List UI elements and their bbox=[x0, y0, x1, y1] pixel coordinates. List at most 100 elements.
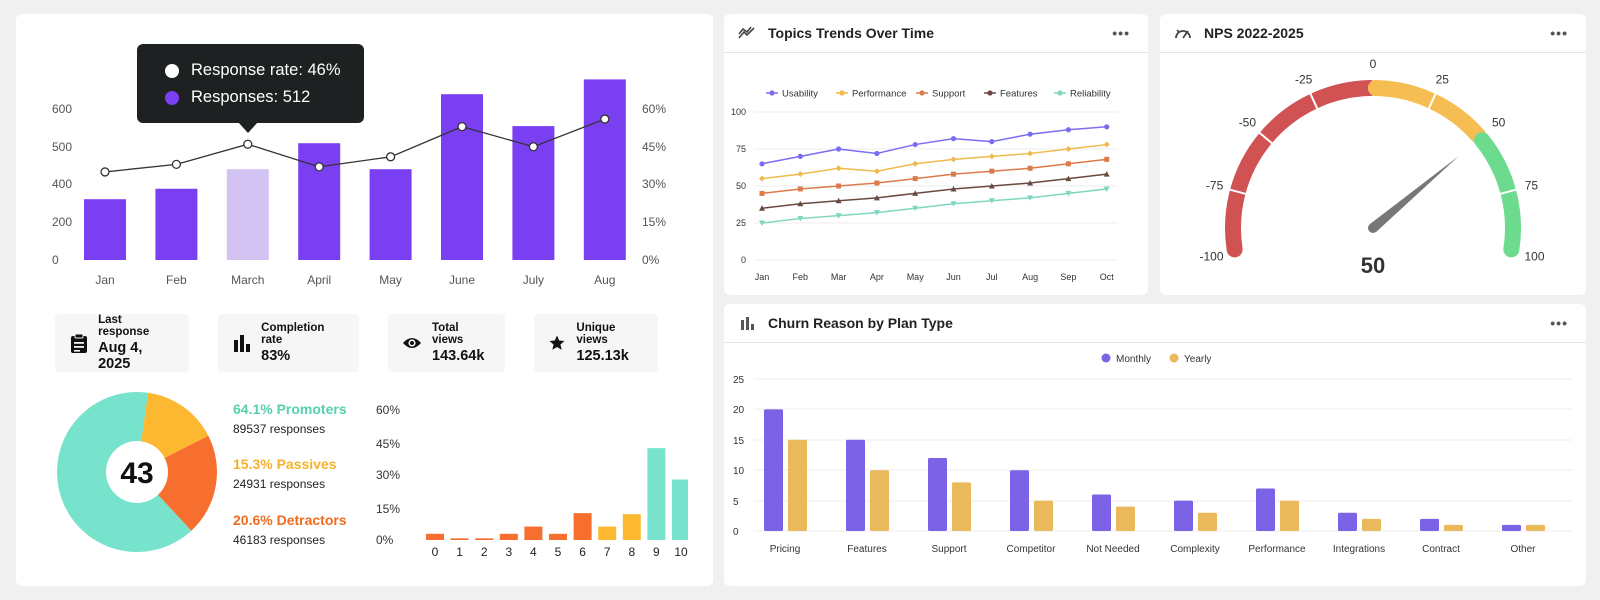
stat-value: 83% bbox=[261, 348, 291, 364]
score-bar-7 bbox=[598, 526, 617, 540]
more-menu-button[interactable]: ••• bbox=[1112, 25, 1134, 41]
point-marker bbox=[1027, 150, 1034, 157]
card-title: Topics Trends Over Time bbox=[768, 25, 934, 41]
rate-point-feb bbox=[171, 159, 182, 170]
legend-marker bbox=[769, 90, 775, 96]
score-bar-8 bbox=[622, 514, 641, 540]
score-bar-1 bbox=[450, 538, 469, 540]
y-right-tick: 45% bbox=[642, 140, 666, 154]
card-header: NPS 2022-2025 ••• bbox=[1160, 14, 1586, 53]
gauge-tick-label: -75 bbox=[1206, 179, 1224, 193]
stat-label: Last response bbox=[98, 314, 150, 338]
tooltip-responses-label: Responses: 512 bbox=[191, 88, 311, 106]
more-menu-button[interactable]: ••• bbox=[1550, 315, 1572, 331]
churn-bar-yearly-contract bbox=[1444, 524, 1463, 531]
point-marker bbox=[759, 175, 765, 182]
bar-april bbox=[298, 143, 341, 260]
tooltip-rate-label: Response rate: 46% bbox=[191, 61, 341, 79]
churn-bar-yearly-performance bbox=[1280, 500, 1299, 531]
legend-responses: 89537 responses bbox=[233, 422, 326, 436]
point-marker bbox=[835, 165, 842, 172]
donut-center-value: 43 bbox=[120, 457, 153, 490]
y-tick: 60% bbox=[376, 403, 400, 417]
x-tick-label: 10 bbox=[674, 545, 688, 559]
series-line-features bbox=[761, 173, 1107, 209]
stat-value: Aug 4, 2025 bbox=[98, 340, 143, 372]
x-tick-label: 2 bbox=[481, 545, 488, 559]
x-tick-label: Not Needed bbox=[1086, 544, 1139, 555]
stat-total-views: Total views 143.64k bbox=[388, 314, 505, 372]
x-tick-label: Apr bbox=[870, 272, 884, 282]
legend-label: Reliability bbox=[1070, 89, 1111, 100]
overview-card: 600 500 400 200 0 60% 45% 30% 15% 0% Jan Feb March Ap… bbox=[16, 14, 713, 586]
churn-chart: Monthly Yearly 25 20 15 10 5 0 Pricing Features Su… bbox=[733, 353, 1572, 555]
x-tick-label: June bbox=[449, 273, 475, 287]
gauge-tick-label: 75 bbox=[1525, 179, 1539, 193]
point-marker bbox=[950, 136, 957, 142]
legend-marker bbox=[839, 90, 845, 96]
point-marker bbox=[1065, 127, 1071, 133]
y-tick: 75 bbox=[736, 144, 746, 154]
x-tick-label: 4 bbox=[530, 545, 537, 559]
y-right-tick: 60% bbox=[642, 102, 666, 116]
score-bar-10 bbox=[672, 479, 688, 540]
rate-dot-icon bbox=[165, 63, 179, 78]
point-marker bbox=[989, 168, 995, 174]
y-right-tick: 15% bbox=[642, 215, 666, 229]
more-menu-button[interactable]: ••• bbox=[1550, 25, 1572, 41]
rate-point-aug bbox=[600, 114, 610, 124]
stat-completion-rate: Completion rate 83% bbox=[218, 314, 359, 372]
point-marker bbox=[1065, 161, 1071, 167]
score-distribution-chart: 60% 45% 30% 15% 0% 0 1 2 3 4 5 6 7 8 9 10 bbox=[376, 403, 688, 559]
gauge-band bbox=[1474, 132, 1521, 258]
churn-bar-monthly-features bbox=[846, 439, 865, 531]
x-tick-label: Complexity bbox=[1170, 544, 1219, 555]
topics-chart: Usability Performance Support Features Relia… bbox=[731, 89, 1118, 282]
x-tick-label: Jul bbox=[986, 272, 998, 282]
chart-tooltip: Response rate: 46% Responses: 512 bbox=[137, 44, 364, 123]
x-tick-label: May bbox=[907, 272, 925, 282]
x-tick-label: Feb bbox=[793, 272, 809, 282]
gauge-tick-label: -50 bbox=[1239, 116, 1257, 130]
gauge-value-label: 50 bbox=[1361, 253, 1385, 278]
card-title: NPS 2022-2025 bbox=[1204, 25, 1304, 41]
point-marker bbox=[873, 168, 880, 175]
series-line-performance bbox=[761, 143, 1107, 180]
tooltip-responses-row: Responses: 512 bbox=[165, 84, 364, 111]
stat-value: 143.64k bbox=[432, 348, 485, 364]
card-title: Churn Reason by Plan Type bbox=[768, 315, 953, 331]
x-tick-label: 3 bbox=[505, 545, 512, 559]
x-tick-label: Aug bbox=[594, 273, 615, 287]
y-right-tick: 30% bbox=[642, 177, 666, 191]
churn-bar-monthly-not-needed bbox=[1092, 494, 1111, 531]
y-tick: 10 bbox=[733, 466, 745, 477]
churn-bar-yearly-other bbox=[1526, 524, 1545, 531]
x-tick-label: 8 bbox=[628, 545, 635, 559]
y-tick: 45% bbox=[376, 437, 400, 451]
score-bar-4 bbox=[524, 526, 543, 540]
y-tick: 15% bbox=[376, 502, 400, 516]
churn-bar-monthly-contract bbox=[1420, 518, 1439, 531]
gauge-tick-label: 100 bbox=[1524, 249, 1544, 263]
legend-label: Usability bbox=[782, 89, 818, 100]
legend-marker bbox=[1057, 90, 1063, 96]
churn-bar-monthly-integrations bbox=[1338, 512, 1357, 531]
legend-pct: 15.3% Passives bbox=[233, 456, 337, 472]
churn-bar-yearly-complexity bbox=[1198, 512, 1217, 531]
point-marker bbox=[759, 161, 765, 167]
legend-label: Performance bbox=[852, 89, 906, 100]
score-bar-9 bbox=[647, 448, 666, 540]
legend-responses: 24931 responses bbox=[233, 477, 326, 491]
point-marker bbox=[1027, 165, 1033, 171]
gauge-needle bbox=[1369, 156, 1459, 232]
score-bar-3 bbox=[499, 533, 518, 540]
gauge-band bbox=[1367, 80, 1487, 144]
x-tick-label: 0 bbox=[432, 545, 439, 559]
x-tick-label: Aug bbox=[1022, 272, 1038, 282]
rate-point-june bbox=[457, 121, 467, 132]
legend-label: Features bbox=[1000, 89, 1038, 100]
x-tick-label: 9 bbox=[653, 545, 660, 559]
clipboard-icon bbox=[69, 333, 88, 353]
churn-card: Churn Reason by Plan Type ••• Monthly Yea… bbox=[724, 304, 1586, 586]
point-marker bbox=[797, 171, 804, 178]
